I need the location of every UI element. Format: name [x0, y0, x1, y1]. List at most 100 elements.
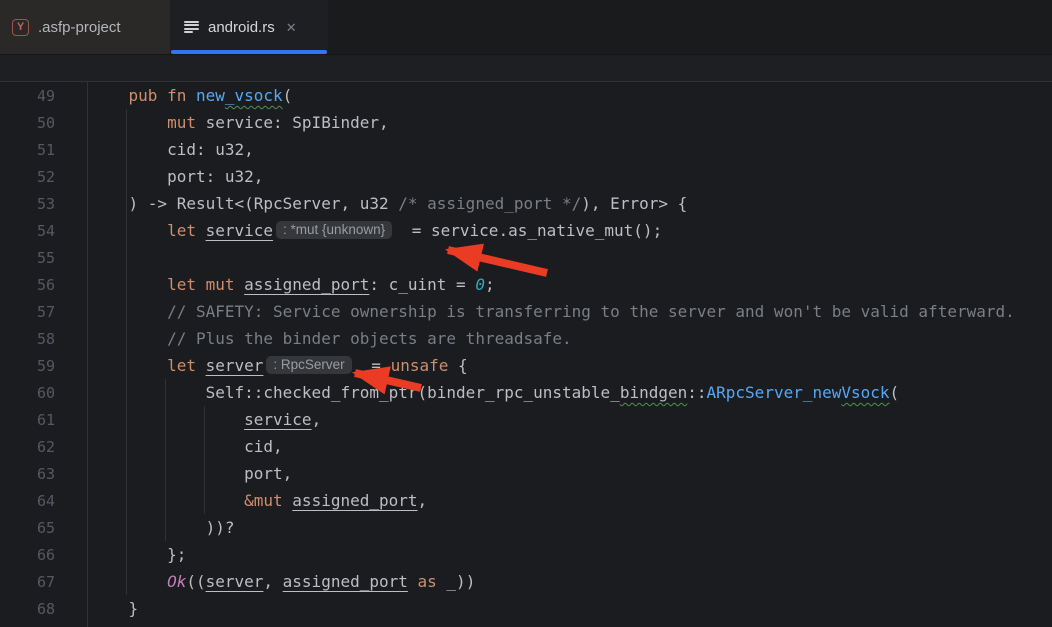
line-number[interactable]: 68 [0, 596, 55, 623]
line-number[interactable]: 49 [0, 83, 55, 110]
token: unsafe [391, 356, 449, 375]
token-comment: // Plus the binder objects are threadsaf… [90, 329, 572, 348]
project-file-type-icon: Y [12, 19, 29, 36]
token: port, [90, 464, 292, 483]
code-line[interactable]: 55 [0, 244, 1052, 271]
line-number[interactable]: 67 [0, 569, 55, 596]
token: port: u32, [90, 167, 263, 186]
token: , [418, 491, 428, 510]
line-number[interactable]: 55 [0, 245, 55, 272]
token: mut [167, 113, 206, 132]
line-number[interactable]: 63 [0, 461, 55, 488]
token-typo-warning: Vsock [841, 383, 889, 402]
line-number[interactable]: 66 [0, 542, 55, 569]
token [90, 410, 244, 429]
line-number[interactable]: 65 [0, 515, 55, 542]
line-number[interactable]: 62 [0, 434, 55, 461]
code-line[interactable]: 60 Self::checked_from_ptr(binder_rpc_uns… [0, 379, 1052, 406]
token-function: ARpcServer_new [707, 383, 842, 402]
line-number[interactable]: 56 [0, 272, 55, 299]
token: ) -> Result<(RpcServer, u32 [90, 194, 398, 213]
code-line[interactable]: 62 cid, [0, 433, 1052, 460]
token: }; [90, 545, 186, 564]
token: , [263, 572, 282, 591]
line-number[interactable]: 50 [0, 110, 55, 137]
code-line[interactable]: 63 port, [0, 460, 1052, 487]
code-editor[interactable]: 49 pub fn new_vsock( 50 mut service: SpI… [0, 82, 1052, 627]
line-number[interactable]: 57 [0, 299, 55, 326]
code-line[interactable]: 49 pub fn new_vsock( [0, 82, 1052, 109]
code-line[interactable]: 66 }; [0, 541, 1052, 568]
token-mutable-var: service [244, 410, 311, 429]
token [90, 275, 167, 294]
token-mutable-var: assigned_port [244, 275, 369, 294]
code-line[interactable]: 51 cid: u32, [0, 136, 1052, 163]
token-typo-warning: _vsock [225, 86, 283, 105]
token [90, 356, 167, 375]
token: new [196, 86, 225, 105]
token: service: SpIBinder, [206, 113, 389, 132]
line-number[interactable]: 51 [0, 137, 55, 164]
code-line[interactable]: 54 let service: *mut {unknown} = service… [0, 217, 1052, 244]
token [90, 491, 244, 510]
line-number[interactable]: 53 [0, 191, 55, 218]
ide-window: Y .asfp-project android.rs ✕ 41impl RpcS… [0, 0, 1052, 627]
line-number[interactable]: 59 [0, 353, 55, 380]
code-line[interactable]: 61 service, [0, 406, 1052, 433]
token: &mut [244, 491, 292, 510]
token-mutable-var: assigned_port [292, 491, 417, 510]
token: ))? [90, 518, 235, 537]
token [90, 572, 167, 591]
token: Self::checked_from_ptr(binder_rpc_unstab… [90, 383, 620, 402]
token: (( [186, 572, 205, 591]
token-mutable-var: assigned_port [283, 572, 408, 591]
token: : c_uint = [369, 275, 475, 294]
code-line[interactable]: 59 let server: RpcServer = unsafe { [0, 352, 1052, 379]
sticky-header: 41impl RpcServer { [0, 55, 1052, 82]
close-icon[interactable]: ✕ [286, 21, 297, 34]
token: cid, [90, 437, 283, 456]
type-hint-inlay[interactable]: : RpcServer [266, 356, 351, 374]
token: :: [687, 383, 706, 402]
token: ; [485, 275, 495, 294]
code-line[interactable]: 68 } [0, 595, 1052, 622]
code-line[interactable]: 65 ))? [0, 514, 1052, 541]
editor-tab-label: android.rs [208, 19, 275, 36]
line-number[interactable]: 60 [0, 380, 55, 407]
token: { [448, 356, 467, 375]
line-number[interactable]: 61 [0, 407, 55, 434]
token: = [362, 356, 391, 375]
token: _)) [446, 572, 475, 591]
code-line[interactable]: 50 mut service: SpIBinder, [0, 109, 1052, 136]
token: pub fn [129, 86, 196, 105]
token-number: 0 [475, 275, 485, 294]
project-tab[interactable]: Y .asfp-project [0, 0, 170, 54]
code-line[interactable]: 52 port: u32, [0, 163, 1052, 190]
token-comment: /* assigned_port */ [398, 194, 581, 213]
line-number[interactable]: 64 [0, 488, 55, 515]
code-line[interactable]: 57 // SAFETY: Service ownership is trans… [0, 298, 1052, 325]
line-number[interactable]: 52 [0, 164, 55, 191]
token: ( [283, 86, 293, 105]
code-line[interactable]: 67 Ok((server, assigned_port as _)) [0, 568, 1052, 595]
token-mutable-var: service [206, 221, 273, 240]
file-icon [184, 21, 199, 34]
code-line[interactable]: 58 // Plus the binder objects are thread… [0, 325, 1052, 352]
editor-tab-android-rs[interactable]: android.rs ✕ [170, 0, 328, 54]
line-number[interactable]: 58 [0, 326, 55, 353]
token-typo-warning: bindgen [620, 383, 687, 402]
token: , [312, 410, 322, 429]
type-hint-inlay[interactable]: : *mut {unknown} [276, 221, 392, 239]
code-line[interactable]: 64 &mut assigned_port, [0, 487, 1052, 514]
tab-bar: Y .asfp-project android.rs ✕ [0, 0, 1052, 55]
project-tab-label: .asfp-project [38, 19, 121, 36]
token: } [90, 599, 138, 618]
token: cid: u32, [90, 140, 254, 159]
code-line[interactable]: 53 ) -> Result<(RpcServer, u32 /* assign… [0, 190, 1052, 217]
code-line[interactable]: 41impl RpcServer { [0, 55, 1052, 81]
token: ( [890, 383, 900, 402]
code-line[interactable]: 56 let mut assigned_port: c_uint = 0; [0, 271, 1052, 298]
token: ), Error> { [581, 194, 687, 213]
line-number[interactable]: 54 [0, 218, 55, 245]
token-enum-variant: Ok [167, 572, 186, 591]
